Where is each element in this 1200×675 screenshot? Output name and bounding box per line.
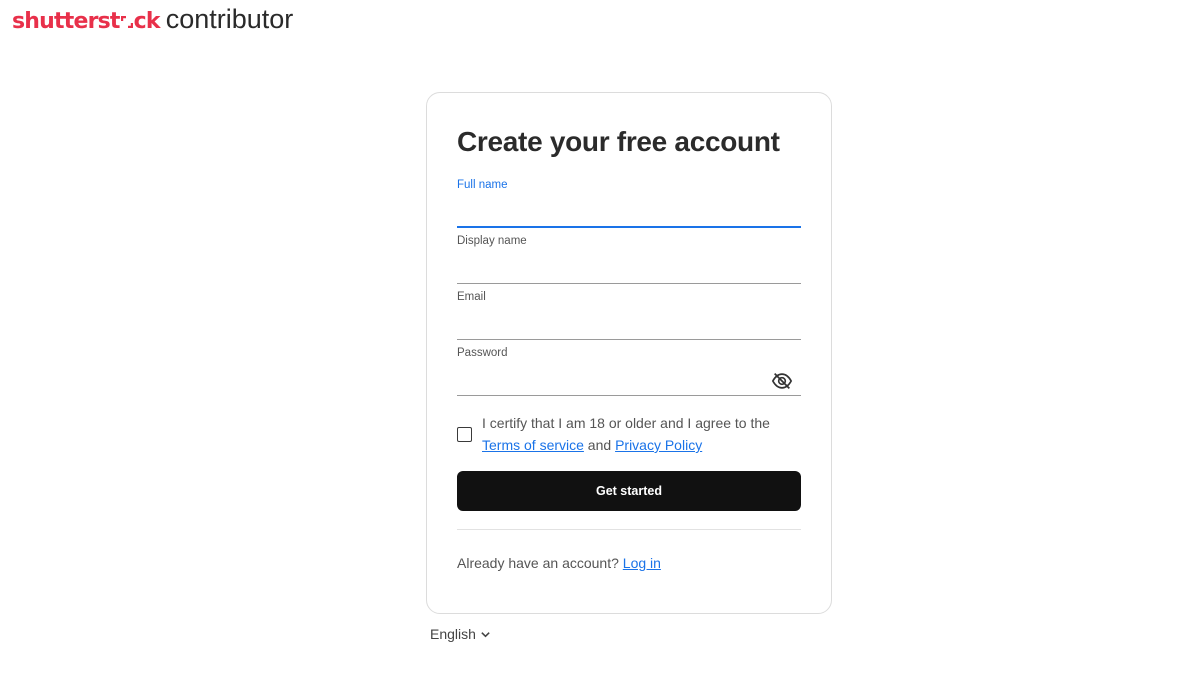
- privacy-policy-link[interactable]: Privacy Policy: [615, 437, 702, 453]
- brand-o-mark-icon: [120, 16, 133, 28]
- display-name-label: Display name: [457, 235, 527, 247]
- display-name-field: Display name: [457, 234, 801, 284]
- consent-text: I certify that I am 18 or older and I ag…: [482, 412, 782, 456]
- consent-text-between: and: [583, 437, 616, 453]
- eye-off-icon[interactable]: [771, 370, 793, 392]
- brand-name-part1: shutterst: [12, 9, 120, 34]
- full-name-field: Full name: [457, 178, 801, 228]
- brand-name-part2: ck: [133, 9, 161, 34]
- display-name-input[interactable]: [457, 254, 801, 284]
- password-field: Password: [457, 346, 801, 396]
- full-name-label: Full name: [457, 179, 508, 191]
- email-field: Email: [457, 290, 801, 340]
- consent-checkbox[interactable]: [457, 427, 472, 442]
- shutterstock-contributor-logo[interactable]: shutterst ck contributor: [12, 4, 293, 38]
- product-name: contributor: [165, 4, 294, 34]
- email-input[interactable]: [457, 310, 801, 340]
- terms-of-service-link[interactable]: Terms of service: [482, 437, 584, 453]
- log-in-link[interactable]: Log in: [623, 555, 661, 571]
- consent-text-before: I certify that I am 18 or older and I ag…: [482, 415, 770, 431]
- signup-page: shutterst ck contributor Create your fre…: [0, 0, 1200, 675]
- brand-wordmark: shutterst ck: [12, 9, 161, 34]
- full-name-input[interactable]: [457, 198, 801, 228]
- email-label: Email: [457, 291, 486, 303]
- language-selector[interactable]: English: [430, 626, 491, 642]
- chevron-down-icon: [481, 631, 490, 637]
- consent-row: I certify that I am 18 or older and I ag…: [457, 412, 801, 456]
- password-input[interactable]: [457, 366, 801, 396]
- language-label: English: [430, 626, 476, 642]
- divider: [457, 529, 801, 530]
- login-prompt-text: Already have an account?: [457, 555, 623, 571]
- page-title: Create your free account: [457, 126, 780, 157]
- password-label: Password: [457, 347, 508, 359]
- login-prompt: Already have an account? Log in: [457, 555, 661, 571]
- get-started-button[interactable]: Get started: [457, 471, 801, 511]
